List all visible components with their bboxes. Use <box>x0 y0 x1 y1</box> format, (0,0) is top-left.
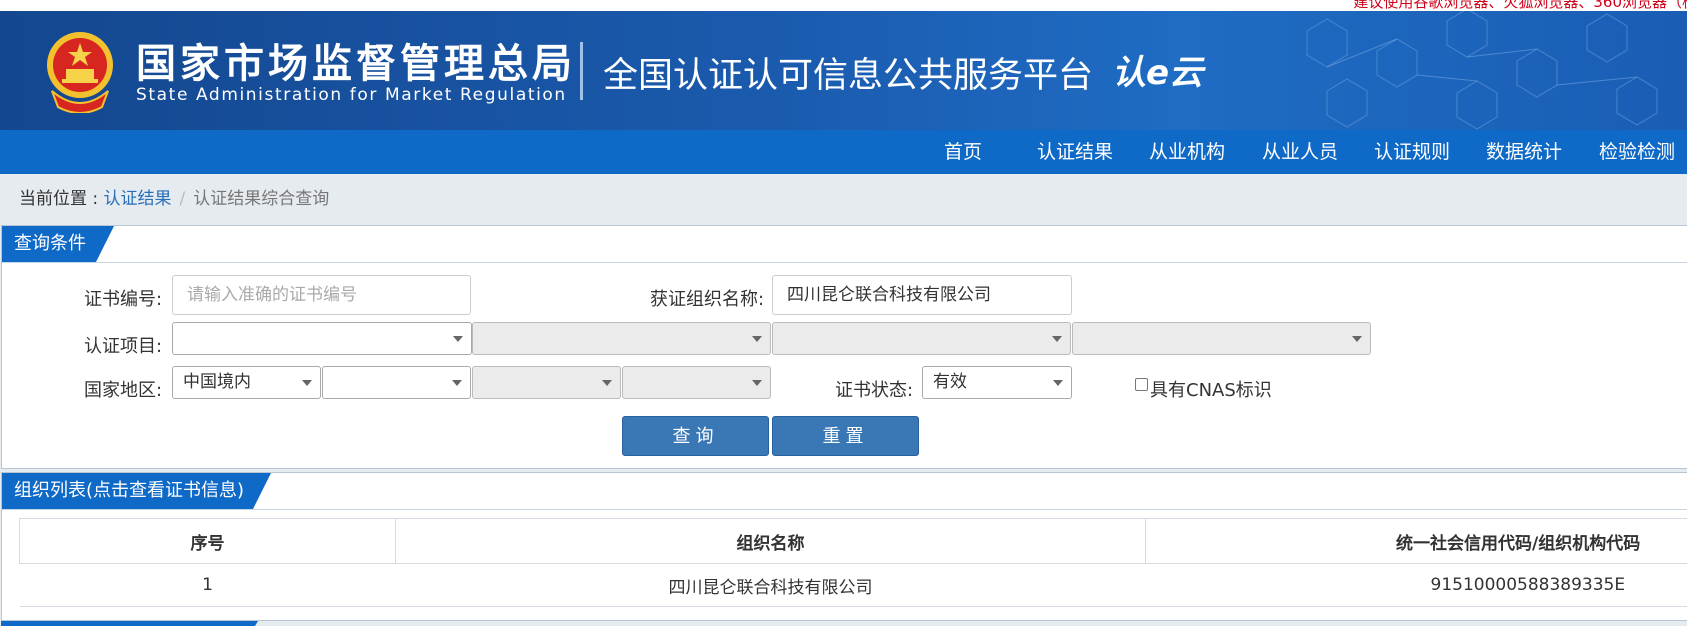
region-select-4[interactable] <box>622 366 771 399</box>
region-label: 国家地区: <box>84 380 163 401</box>
chevron-down-icon <box>453 336 463 342</box>
browser-notice: 建议使用谷歌浏览器、火狐浏览器、360浏览器（极 <box>1353 0 1687 11</box>
breadcrumb-current: 认证结果综合查询 <box>193 189 330 209</box>
chevron-down-icon <box>602 380 612 386</box>
column-header-org-name: 组织名称 <box>395 518 1146 564</box>
project-select-2[interactable] <box>472 322 771 355</box>
chevron-down-icon <box>1052 336 1062 342</box>
region-select-2[interactable] <box>322 366 471 399</box>
column-header-credit-code: 统一社会信用代码/组织机构代码 <box>1145 518 1687 564</box>
cert-status-value: 有效 <box>933 372 967 392</box>
site-header: 国家市场监督管理总局 State Administration for Mark… <box>0 11 1687 130</box>
agency-name-cn: 国家市场监督管理总局 <box>136 41 576 87</box>
row-index: 1 <box>19 563 396 607</box>
nav-item-inspection[interactable]: 检验检测 <box>1599 130 1675 174</box>
project-select-3[interactable] <box>772 322 1071 355</box>
nav-item-personnel[interactable]: 从业人员 <box>1262 130 1338 174</box>
query-panel-title: 查询条件 <box>2 226 114 262</box>
next-panel-header-edge <box>1 621 258 626</box>
breadcrumb-separator: / <box>179 189 186 209</box>
cert-status-select[interactable]: 有效 <box>922 366 1072 399</box>
nav-item-statistics[interactable]: 数据统计 <box>1486 130 1562 174</box>
chevron-down-icon <box>1352 336 1362 342</box>
org-name-input[interactable]: 四川昆仑联合科技有限公司 <box>772 275 1072 315</box>
chevron-down-icon <box>752 336 762 342</box>
search-button[interactable]: 查询 <box>622 416 769 456</box>
reset-button[interactable]: 重置 <box>772 416 919 456</box>
nav-item-cert-rules[interactable]: 认证规则 <box>1374 130 1450 174</box>
chevron-down-icon <box>1053 380 1063 386</box>
query-panel-header: 查询条件 <box>2 226 1687 263</box>
org-list-title: 组织列表(点击查看证书信息) <box>2 473 271 509</box>
region-select-1-value: 中国境内 <box>183 372 251 392</box>
agency-name-en: State Administration for Market Regulati… <box>136 85 567 105</box>
project-select-1[interactable] <box>172 322 472 355</box>
org-table: 序号 组织名称 统一社会信用代码/组织机构代码 1 四川昆仑联合科技有限公司 9… <box>19 518 1687 607</box>
breadcrumb: 当前位置 : 认证结果 / 认证结果综合查询 <box>19 184 329 209</box>
cert-no-label: 证书编号: <box>84 289 163 310</box>
chevron-down-icon <box>302 380 312 386</box>
platform-title: 全国认证认可信息公共服务平台 <box>603 56 1094 96</box>
nav-item-institutions[interactable]: 从业机构 <box>1149 130 1225 174</box>
nav-item-cert-results[interactable]: 认证结果 <box>1037 130 1113 174</box>
table-row[interactable]: 1 四川昆仑联合科技有限公司 91510000588389335E <box>19 563 1687 607</box>
main-nav: 首页 认证结果 从业机构 从业人员 认证规则 数据统计 检验检测 <box>0 130 1687 174</box>
region-select-1[interactable]: 中国境内 <box>172 366 321 399</box>
table-header-row: 序号 组织名称 统一社会信用代码/组织机构代码 <box>19 518 1687 564</box>
cert-status-label: 证书状态: <box>835 380 914 401</box>
browser-notice-strip: 建议使用谷歌浏览器、火狐浏览器、360浏览器（极 <box>0 0 1687 11</box>
org-list-header: 组织列表(点击查看证书信息) <box>2 473 1687 510</box>
project-select-4[interactable] <box>1072 322 1371 355</box>
header-divider <box>580 42 583 100</box>
project-label: 认证项目: <box>84 336 163 357</box>
cert-no-input[interactable]: 请输入准确的证书编号 <box>172 275 471 315</box>
chevron-down-icon <box>752 380 762 386</box>
breadcrumb-link[interactable]: 认证结果 <box>104 189 172 209</box>
query-panel: 查询条件 证书编号: 请输入准确的证书编号 获证组织名称: 四川昆仑联合科技有限… <box>1 225 1687 469</box>
column-header-index: 序号 <box>19 518 396 564</box>
region-select-3[interactable] <box>472 366 621 399</box>
row-credit-code: 91510000588389335E <box>1145 563 1687 607</box>
chevron-down-icon <box>452 380 462 386</box>
platform-logo: 认e云 <box>1112 53 1204 93</box>
nav-item-home[interactable]: 首页 <box>944 130 982 174</box>
org-name-label: 获证组织名称: <box>650 289 765 310</box>
row-org-name[interactable]: 四川昆仑联合科技有限公司 <box>395 563 1146 607</box>
cnas-label: 具有CNAS标识 <box>1150 380 1272 401</box>
national-emblem-icon <box>47 32 113 113</box>
cnas-checkbox[interactable] <box>1135 378 1148 391</box>
hexagon-pattern <box>1306 11 1658 130</box>
breadcrumb-prefix: 当前位置 : <box>19 189 104 209</box>
